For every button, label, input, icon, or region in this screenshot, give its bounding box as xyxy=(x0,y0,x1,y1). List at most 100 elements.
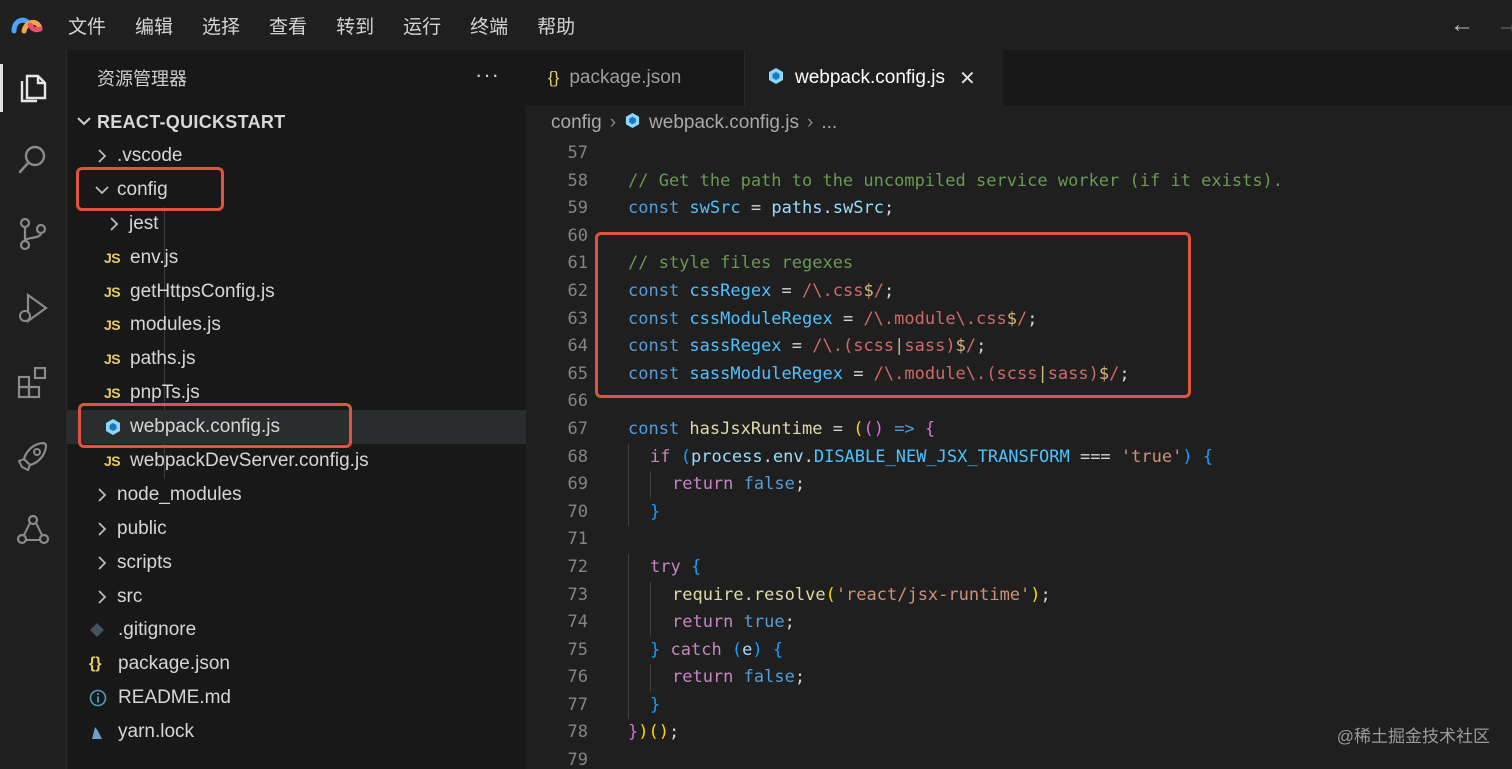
tab-webpack-config[interactable]: webpack.config.js ✕ xyxy=(745,50,1003,106)
watermark: @稀土掘金技术社区 xyxy=(1336,727,1490,746)
code-line: 57 xyxy=(526,140,1512,168)
search-icon[interactable] xyxy=(0,132,66,188)
code-text: const swSrc = paths.swSrc; xyxy=(628,195,894,223)
code-line: 64 const sassRegex = /\.(scss|sass)$/; xyxy=(526,333,1512,361)
rocket-icon[interactable] xyxy=(0,428,66,484)
code-line: 66 xyxy=(526,388,1512,416)
tree-item-label: modules.js xyxy=(130,314,221,336)
code-token: swSrc xyxy=(689,198,741,219)
indent-guide xyxy=(650,471,651,499)
code-line: 69 return false; xyxy=(526,471,1512,499)
menu-item[interactable]: 文件 xyxy=(68,12,106,39)
chevron-right-icon xyxy=(98,556,107,570)
explorer-icon[interactable] xyxy=(0,60,66,116)
remote-explorer-icon[interactable] xyxy=(0,502,66,558)
tree-folder[interactable]: jest xyxy=(67,207,526,241)
tree-file[interactable]: yarn.lock xyxy=(67,715,526,749)
code-token: = xyxy=(832,308,864,329)
indent-guide xyxy=(628,443,629,472)
code-token: ( xyxy=(825,584,836,605)
line-number: 64 xyxy=(567,336,588,357)
sidebar-header: 资源管理器 ··· xyxy=(67,50,526,105)
menu-item[interactable]: 选择 xyxy=(202,12,240,39)
code-line: 71 xyxy=(526,526,1512,554)
tree-file[interactable]: JS env.js xyxy=(67,241,526,275)
code-token: DISABLE_NEW_JSX_TRANSFORM xyxy=(813,446,1070,467)
js-file-icon: JS xyxy=(104,452,121,469)
tab-package-json[interactable]: {} package.json xyxy=(526,50,745,106)
info-icon xyxy=(89,681,107,715)
tree-file[interactable]: JS webpackDevServer.config.js xyxy=(67,444,526,478)
code-text: return true; xyxy=(672,609,795,637)
indent-guide xyxy=(628,581,629,610)
code-token: ; xyxy=(976,336,987,357)
breadcrumb-file[interactable]: webpack.config.js xyxy=(649,112,799,134)
js-file-icon: JS xyxy=(104,351,121,368)
tree-folder[interactable]: config xyxy=(67,173,526,207)
tree-file[interactable]: JS paths.js xyxy=(67,342,526,376)
code-token: ; xyxy=(668,722,680,743)
extensions-icon[interactable] xyxy=(0,354,66,410)
indent-guide xyxy=(628,609,629,637)
code-text: } xyxy=(650,692,660,720)
line-number: 73 xyxy=(567,584,588,605)
tree-item-label: .vscode xyxy=(117,144,183,166)
code-token: | xyxy=(894,336,905,357)
menu-item[interactable]: 帮助 xyxy=(537,12,575,39)
code-token: ( xyxy=(680,446,691,467)
indent-guide xyxy=(628,553,629,582)
close-tab-icon[interactable]: ✕ xyxy=(959,66,976,91)
tree-file[interactable]: JS pnpTs.js xyxy=(67,376,526,410)
code-token: true xyxy=(743,612,785,633)
code-token: } xyxy=(650,501,661,522)
menu-item[interactable]: 编辑 xyxy=(135,12,173,39)
back-arrow-icon[interactable]: ← xyxy=(1450,11,1474,39)
tree-folder[interactable]: scripts xyxy=(67,546,526,580)
code-editor[interactable]: 57 58 // Get the path to the uncompiled se… xyxy=(526,140,1512,769)
tree-file[interactable]: JS getHttpsConfig.js xyxy=(67,275,526,309)
code-token: if xyxy=(650,446,681,467)
tree-folder[interactable]: .vscode xyxy=(67,139,526,173)
tree-folder[interactable]: public xyxy=(67,512,526,546)
more-actions-icon[interactable]: ··· xyxy=(475,62,500,88)
menu-item[interactable]: 查看 xyxy=(269,12,307,39)
menu-item[interactable]: 运行 xyxy=(403,12,441,39)
chevron-right-icon xyxy=(98,522,107,536)
code-line: 79 xyxy=(526,747,1512,769)
tree-file[interactable]: {} package.json xyxy=(67,647,526,681)
breadcrumb-folder[interactable]: config xyxy=(551,112,602,134)
webpack-file-icon xyxy=(104,410,122,444)
breadcrumb-more[interactable]: ... xyxy=(821,112,837,134)
tree-item-label: webpack.config.js xyxy=(130,416,280,438)
tree-folder[interactable]: src xyxy=(67,580,526,614)
tree-file[interactable]: .gitignore xyxy=(67,613,526,647)
source-control-icon[interactable] xyxy=(0,206,66,262)
indent-guide xyxy=(650,664,651,692)
webpack-file-icon xyxy=(767,67,785,90)
run-debug-icon[interactable] xyxy=(0,280,66,336)
tree-file[interactable]: JS modules.js xyxy=(67,308,526,342)
line-number: 61 xyxy=(567,253,588,274)
code-token: | xyxy=(1037,363,1048,384)
code-token: ; xyxy=(794,474,806,495)
code-token: $ xyxy=(863,280,874,301)
code-token: $ xyxy=(1098,363,1110,384)
tab-label: package.json xyxy=(569,67,682,88)
menu-item[interactable]: 转到 xyxy=(336,12,374,39)
tree-folder[interactable]: node_modules xyxy=(67,478,526,512)
code-token: / xyxy=(873,280,884,301)
code-token: ) xyxy=(1030,584,1041,605)
project-section-header[interactable]: REACT-QUICKSTART xyxy=(67,105,526,139)
navigation-arrows: ← → xyxy=(1450,0,1512,50)
tree-file[interactable]: webpack.config.js xyxy=(67,410,526,445)
chevron-right-icon xyxy=(110,217,119,231)
code-token: = xyxy=(740,198,772,219)
forward-arrow-icon[interactable]: → xyxy=(1496,11,1512,39)
tree-file[interactable]: README.md xyxy=(67,681,526,715)
code-token: const xyxy=(628,363,690,384)
webpack-file-icon xyxy=(624,112,641,135)
code-token: ) xyxy=(1182,446,1193,467)
menu-item[interactable]: 终端 xyxy=(470,12,508,39)
json-file-icon: {} xyxy=(548,68,560,87)
